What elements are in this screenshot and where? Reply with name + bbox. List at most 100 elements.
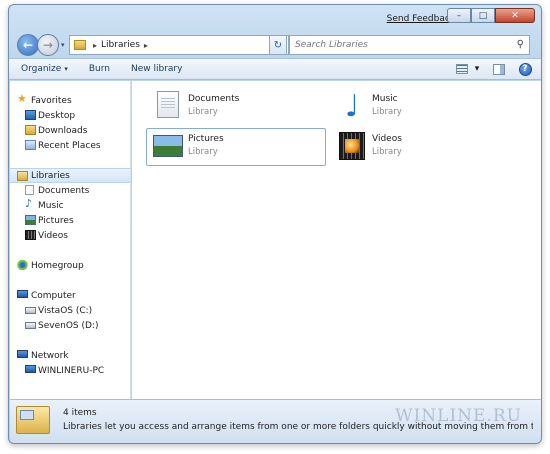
back-button[interactable]: ←: [17, 34, 39, 56]
nav-item-recent-places[interactable]: Recent Places: [10, 138, 130, 153]
item-count: 4 items: [63, 408, 97, 418]
libraries-folder-icon: [16, 406, 50, 434]
nav-homegroup[interactable]: Homegroup: [10, 258, 130, 273]
nav-libraries[interactable]: Libraries: [10, 168, 130, 183]
documents-icon: [157, 91, 179, 118]
downloads-folder-icon: [25, 125, 36, 135]
preview-pane-icon: [493, 63, 505, 75]
search-icon[interactable]: ⚲: [517, 39, 524, 50]
details-pane: 4 items Libraries let you access and arr…: [10, 399, 541, 443]
explorer-window: Send Feedback – □ ✕ ← → ▾ ▸ Libraries ▸ …: [8, 4, 542, 444]
library-name: Music: [372, 94, 398, 104]
libraries-folder-icon: [74, 40, 86, 50]
toolbar-right: ▾ ?: [444, 62, 533, 76]
nav-item-winlineru-pc[interactable]: WINLINERU-PC: [10, 363, 130, 378]
nav-item-pictures[interactable]: Pictures: [10, 213, 130, 228]
music-icon: ♩: [344, 89, 360, 124]
videos-icon: [339, 132, 365, 160]
recent-places-icon: [25, 140, 36, 150]
videos-icon: [25, 230, 36, 240]
refresh-button[interactable]: ↻: [269, 35, 287, 55]
pictures-icon: [153, 135, 183, 157]
address-bar[interactable]: ▸ Libraries ▸ ▾: [69, 35, 289, 55]
library-text: Pictures Library: [188, 134, 224, 157]
nav-label: VistaOS (C:): [38, 305, 93, 316]
pictures-icon: [25, 215, 36, 225]
network-icon: [17, 350, 28, 358]
nav-item-desktop[interactable]: Desktop: [10, 108, 130, 123]
burn-button[interactable]: Burn: [89, 64, 110, 74]
documents-icon: [25, 185, 34, 195]
hard-drive-icon: [25, 307, 36, 314]
nav-label: Recent Places: [38, 140, 101, 151]
library-type: Library: [372, 107, 402, 117]
command-bar: Organize ▾ Burn New library ▾ ?: [9, 58, 541, 80]
more-views-dropdown[interactable]: ▾: [473, 62, 481, 76]
close-button[interactable]: ✕: [495, 8, 535, 23]
library-type: Library: [188, 147, 218, 157]
preview-pane-button[interactable]: [491, 62, 507, 76]
nav-label: Downloads: [38, 125, 88, 136]
nav-item-music[interactable]: ♪ Music: [10, 197, 130, 213]
nav-label: Documents: [38, 185, 90, 196]
nav-label: SevenOS (D:): [38, 320, 99, 331]
library-documents[interactable]: Documents Library: [146, 88, 326, 126]
nav-network[interactable]: Network: [10, 348, 130, 363]
nav-label: Computer: [31, 290, 76, 301]
network-computer-icon: [25, 365, 36, 373]
hard-drive-icon: [25, 322, 36, 329]
library-text: Videos Library: [372, 134, 402, 157]
nav-item-documents[interactable]: Documents: [10, 183, 130, 198]
library-pictures[interactable]: Pictures Library: [146, 128, 326, 166]
computer-icon: [17, 290, 28, 298]
caret-down-icon: ▾: [64, 65, 68, 73]
organize-button[interactable]: Organize ▾: [21, 64, 68, 74]
library-name: Documents: [188, 94, 240, 104]
nav-item-drive-c[interactable]: VistaOS (C:): [10, 303, 130, 318]
change-view-button[interactable]: [454, 62, 470, 76]
minimize-button[interactable]: –: [447, 8, 471, 23]
library-videos[interactable]: Videos Library: [330, 128, 510, 166]
breadcrumb-chevron-icon[interactable]: ▸: [144, 41, 148, 50]
library-music[interactable]: ♩ Music Library: [330, 88, 510, 126]
library-name: Pictures: [188, 134, 224, 144]
new-library-button[interactable]: New library: [131, 64, 182, 74]
library-text: Documents Library: [188, 94, 239, 117]
navigation-row: ← → ▾ ▸ Libraries ▸ ▾ ↻ ⚲: [9, 32, 541, 58]
nav-label: Videos: [38, 230, 68, 241]
watermark: WINLINE.RU: [395, 406, 522, 426]
music-icon: ♪: [25, 197, 33, 210]
nav-label: Libraries: [31, 170, 70, 181]
nav-item-downloads[interactable]: Downloads: [10, 123, 130, 138]
library-text: Music Library: [372, 94, 402, 117]
help-button[interactable]: ?: [517, 62, 533, 76]
navigation-pane: ★ Favorites Desktop Downloads Recent Pla…: [10, 81, 131, 399]
nav-label: Music: [38, 200, 64, 211]
recent-pages-dropdown[interactable]: ▾: [61, 41, 65, 49]
libraries-icon: [17, 171, 28, 181]
title-bar: Send Feedback – □ ✕: [9, 5, 541, 31]
library-type: Library: [188, 107, 218, 117]
search-input[interactable]: [295, 40, 495, 50]
nav-label: Desktop: [38, 110, 76, 121]
send-feedback-link[interactable]: Send Feedback: [387, 14, 455, 24]
breadcrumb-libraries[interactable]: Libraries: [101, 40, 140, 50]
views-icon: [456, 64, 468, 74]
library-type: Library: [372, 147, 402, 157]
search-box[interactable]: ⚲: [289, 35, 530, 55]
nav-item-drive-d[interactable]: SevenOS (D:): [10, 318, 130, 333]
nav-favorites[interactable]: ★ Favorites: [10, 92, 130, 108]
maximize-button[interactable]: □: [471, 8, 495, 23]
forward-button[interactable]: →: [37, 34, 59, 56]
nav-label: WINLINERU-PC: [38, 365, 105, 376]
breadcrumb-chevron-icon[interactable]: ▸: [93, 41, 97, 50]
nav-label: Homegroup: [31, 260, 84, 271]
homegroup-icon: [17, 260, 28, 270]
libraries-content: Documents Library ♩ Music Library Pictur…: [132, 81, 541, 399]
nav-label: Favorites: [31, 95, 72, 106]
nav-computer[interactable]: Computer: [10, 288, 130, 303]
nav-item-videos[interactable]: Videos: [10, 228, 130, 243]
